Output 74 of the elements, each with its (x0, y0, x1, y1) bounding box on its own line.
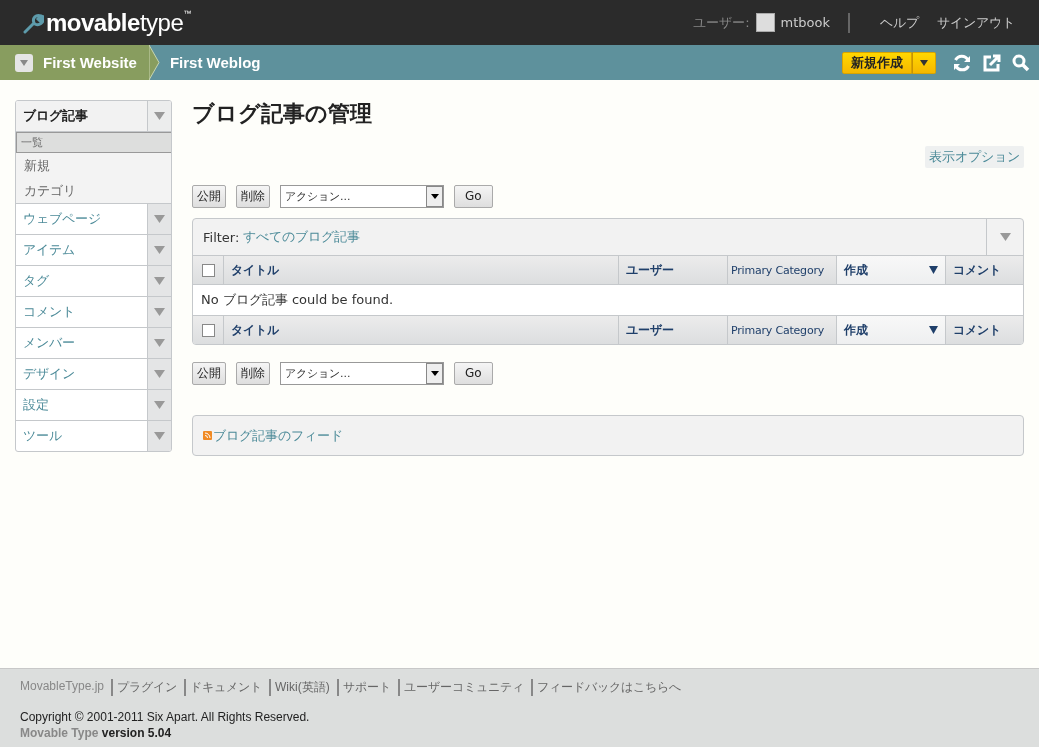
copyright-text: Copyright © 2001-2011 Six Apart. All Rights Reserved. (20, 710, 311, 724)
expand-toggle-icon[interactable] (147, 359, 171, 389)
action-select[interactable]: アクション... (280, 361, 444, 385)
sidebar-item[interactable]: 新規 (16, 153, 171, 178)
column-header[interactable]: コメント (945, 256, 1023, 284)
expand-toggle-icon[interactable] (147, 421, 171, 451)
sidebar-menu-link[interactable]: アイテム (16, 235, 147, 265)
sidebar-menu-link[interactable]: 設定 (16, 390, 147, 420)
caret-icon (920, 59, 928, 66)
action-select[interactable]: アクション... (280, 184, 444, 208)
footer-link[interactable]: ユーザーコミュニティ (397, 679, 531, 696)
display-options-link[interactable]: 表示オプション (925, 146, 1024, 168)
filter-label: Filter: すべてのブログ記事 (202, 227, 362, 248)
column-header[interactable]: ユーザー (618, 256, 727, 284)
expand-toggle-icon[interactable] (147, 101, 171, 131)
column-header[interactable]: 作成 (836, 316, 945, 344)
sidebar-menu-link[interactable]: デザイン (16, 359, 147, 389)
expand-toggle-icon[interactable] (147, 266, 171, 296)
header-link[interactable]: ヘルプ (880, 13, 919, 32)
sort-arrow-icon (929, 266, 938, 274)
version-text: version 5.04 (101, 726, 172, 740)
select-all-checkbox[interactable] (201, 323, 215, 337)
sidebar-menu-link[interactable]: ウェブページ (16, 204, 147, 234)
page-title: ブログ記事の管理 (192, 100, 373, 128)
caret-icon (430, 370, 439, 376)
user-label: ユーザー: (693, 13, 750, 32)
footer-link[interactable]: Wiki(英語) (269, 679, 337, 696)
footer-link[interactable]: フィードバックはこちらへ (530, 679, 688, 696)
new-menu-button[interactable] (912, 51, 936, 74)
footer-link[interactable]: サポート (336, 679, 398, 696)
search-icon[interactable] (1012, 53, 1030, 72)
logo-text[interactable]: movabletype$^{™}$ (46, 8, 191, 37)
sidebar-item[interactable]: カテゴリ (16, 178, 171, 203)
footer-link[interactable]: プラグイン (111, 679, 185, 696)
filter-link[interactable]: すべてのブログ記事 (243, 228, 361, 246)
feed-icon (203, 431, 212, 440)
product-name: Movable Type (20, 726, 99, 740)
feed-link[interactable]: ブログ記事のフィード (213, 426, 343, 445)
expand-toggle-icon[interactable] (147, 390, 171, 420)
dropdown-icon[interactable] (15, 53, 33, 72)
sidebar-menu-link[interactable]: メンバー (16, 328, 147, 358)
action-button[interactable]: 公開 (192, 361, 226, 385)
select-all-checkbox[interactable] (201, 263, 215, 277)
column-header[interactable]: コメント (945, 316, 1023, 344)
avatar-icon (755, 13, 775, 32)
empty-message: No ブログ記事 could be found. (201, 291, 394, 309)
caret-icon (430, 193, 439, 199)
footer-link[interactable]: ドキュメント (184, 679, 270, 696)
go-button[interactable]: Go (454, 184, 493, 208)
sidebar-menu-link[interactable]: コメント (16, 297, 147, 327)
action-button[interactable]: 削除 (236, 184, 270, 208)
new-button[interactable]: 新規作成 (842, 51, 912, 74)
expand-toggle-icon[interactable] (147, 235, 171, 265)
user-link[interactable]: mtbook (780, 15, 830, 30)
action-button[interactable]: 公開 (192, 184, 226, 208)
header-link[interactable]: サインアウト (937, 13, 1015, 32)
refresh-icon[interactable] (952, 52, 972, 73)
expand-toggle-icon[interactable] (147, 297, 171, 327)
action-button[interactable]: 削除 (236, 361, 270, 385)
column-header[interactable]: 作成 (836, 256, 945, 284)
wrench-icon (22, 11, 44, 34)
sidebar-menu-link[interactable]: ツール (16, 421, 147, 451)
go-button[interactable]: Go (454, 361, 493, 385)
column-header[interactable]: タイトル (223, 316, 618, 344)
column-header[interactable]: ユーザー (618, 316, 727, 344)
expand-toggle-icon[interactable] (147, 328, 171, 358)
blog-link[interactable]: First Weblog (169, 54, 261, 71)
column-header[interactable]: タイトル (223, 256, 618, 284)
sort-arrow-icon (929, 326, 938, 334)
sidebar-item[interactable]: 一覧 (16, 132, 171, 153)
external-link-icon[interactable] (983, 53, 1001, 72)
sidebar-menu-link[interactable]: タグ (16, 266, 147, 296)
expand-toggle-icon[interactable] (147, 204, 171, 234)
sidebar-menu-link[interactable]: ブログ記事 (16, 101, 147, 131)
